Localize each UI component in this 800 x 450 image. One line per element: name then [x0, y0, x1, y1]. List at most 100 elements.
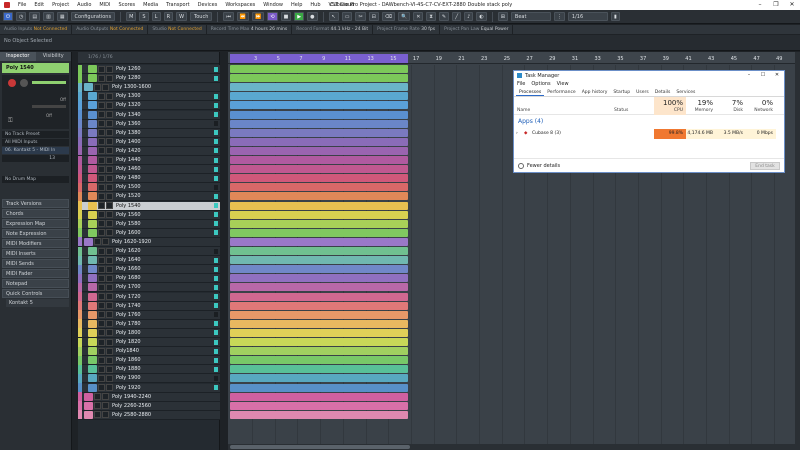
solo-icon[interactable] — [106, 111, 113, 118]
midi-part[interactable] — [230, 201, 408, 210]
solo-icon[interactable] — [106, 347, 113, 355]
track-number-icon[interactable] — [88, 137, 97, 146]
menu-vst-cloud[interactable]: VST Cloud — [325, 0, 359, 10]
solo-icon[interactable] — [102, 83, 109, 91]
section-quick-controls[interactable]: Quick Controls — [2, 289, 69, 298]
solo-icon[interactable] — [106, 147, 113, 155]
solo-icon[interactable] — [106, 165, 113, 173]
solo-icon[interactable] — [106, 192, 113, 200]
mute-icon[interactable] — [98, 329, 105, 337]
fewer-details-link[interactable]: Fewer details — [527, 163, 560, 169]
mute-icon[interactable] — [98, 111, 105, 118]
monitor-indicator-icon[interactable] — [214, 112, 218, 117]
solo-icon[interactable] — [106, 120, 113, 128]
automation-mode-dropdown[interactable]: Touch — [190, 12, 213, 21]
menu-midi[interactable]: MIDI — [95, 0, 114, 10]
menu-devices[interactable]: Devices — [194, 0, 222, 10]
tab-details[interactable]: Details — [652, 88, 674, 96]
midi-part[interactable] — [230, 83, 408, 92]
midi-part[interactable] — [230, 237, 408, 246]
monitor-indicator-icon[interactable] — [214, 266, 218, 272]
track-preset-field[interactable]: No Track Preset — [2, 131, 69, 138]
section-notepad[interactable]: Notepad — [2, 279, 69, 288]
mute-icon[interactable] — [94, 402, 101, 410]
section-midi-inserts[interactable]: MIDI Inserts — [2, 249, 69, 258]
track-number-icon[interactable] — [88, 101, 97, 110]
midi-part[interactable] — [230, 338, 408, 346]
horizontal-scrollbar[interactable] — [228, 444, 795, 450]
tab-services[interactable]: Services — [673, 88, 698, 96]
solo-icon[interactable] — [102, 238, 109, 246]
folder-icon[interactable] — [84, 410, 93, 419]
solo-button[interactable]: S — [139, 12, 149, 21]
time-warp-tool-icon[interactable]: ⧗ — [426, 12, 436, 21]
track-number-icon[interactable] — [88, 301, 97, 310]
tab-visibility[interactable]: Visibility — [35, 52, 71, 61]
color-swatch-icon[interactable]: ▮ — [610, 12, 620, 21]
midi-part[interactable] — [230, 410, 408, 419]
tm-menu-view[interactable]: View — [557, 80, 569, 88]
solo-icon[interactable] — [106, 138, 113, 146]
pan-slider[interactable] — [32, 105, 66, 108]
folder-track-row[interactable]: Poly 1620-1920 — [78, 237, 220, 247]
mute-icon[interactable] — [98, 338, 105, 346]
tab-startup[interactable]: Startup — [610, 88, 633, 96]
monitor-indicator-icon[interactable] — [214, 375, 218, 381]
tm-menu-file[interactable]: File — [517, 80, 525, 88]
track-number-icon[interactable] — [88, 119, 97, 128]
lock-icon[interactable]: ⚿ — [8, 117, 13, 125]
solo-icon[interactable] — [106, 338, 113, 346]
mute-icon[interactable] — [98, 293, 105, 300]
mute-icon[interactable] — [98, 65, 105, 73]
solo-icon[interactable] — [106, 274, 113, 282]
track-row[interactable]: Poly 1440 — [78, 155, 220, 165]
track-row[interactable]: Poly 1740 — [78, 301, 220, 311]
midi-part[interactable] — [230, 310, 408, 319]
midi-part[interactable] — [230, 365, 408, 374]
track-row[interactable]: Poly 1920 — [78, 383, 220, 393]
mute-icon[interactable] — [98, 211, 105, 219]
menu-file[interactable]: File — [14, 0, 30, 10]
process-row-cubase[interactable]: › ◆ Cubase 8 (3) 99.8% 4,174.6 MB 3.5 MB… — [514, 129, 784, 139]
draw-tool-icon[interactable]: ✎ — [438, 12, 450, 21]
track-row[interactable]: Poly 1340 — [78, 110, 220, 120]
mute-icon[interactable] — [98, 229, 105, 237]
mute-icon[interactable] — [98, 174, 105, 182]
monitor-indicator-icon[interactable] — [214, 357, 218, 363]
track-number-icon[interactable] — [88, 201, 97, 210]
col-name[interactable]: Name — [517, 97, 607, 115]
track-number-icon[interactable] — [88, 292, 97, 301]
section-midi-sends[interactable]: MIDI Sends — [2, 259, 69, 268]
track-row[interactable]: Poly 1520 — [78, 191, 220, 202]
midi-part[interactable] — [230, 274, 408, 283]
tab-performance[interactable]: Performance — [544, 88, 579, 96]
mute-icon[interactable] — [98, 183, 105, 191]
tab-users[interactable]: Users — [633, 88, 652, 96]
track-number-icon[interactable] — [88, 328, 97, 337]
midi-part[interactable] — [230, 92, 408, 101]
track-row[interactable]: Poly 1600 — [78, 228, 220, 238]
stop-icon[interactable]: ■ — [280, 12, 292, 21]
monitor-indicator-icon[interactable] — [214, 303, 218, 309]
grid-type-dropdown[interactable]: Beat — [510, 12, 551, 21]
track-row[interactable]: Poly 1380 — [78, 128, 220, 138]
solo-icon[interactable] — [106, 174, 113, 182]
minimize-icon[interactable]: – — [742, 71, 756, 80]
mute-icon[interactable] — [98, 192, 105, 200]
menu-audio[interactable]: Audio — [73, 0, 95, 10]
track-number-icon[interactable] — [88, 65, 97, 73]
midi-part[interactable] — [230, 256, 408, 265]
track-row[interactable]: Poly 1820 — [78, 337, 220, 347]
folder-track-row[interactable]: Poly 2260-2560 — [78, 401, 220, 411]
monitor-indicator-icon[interactable] — [214, 212, 218, 218]
configurations-dropdown[interactable]: Configurations — [70, 12, 116, 21]
track-number-icon[interactable] — [88, 165, 97, 174]
menu-window[interactable]: Window — [259, 0, 287, 10]
menu-hub[interactable]: Hub — [306, 0, 324, 10]
track-number-icon[interactable] — [88, 274, 97, 283]
track-number-icon[interactable] — [88, 219, 97, 228]
track-number-icon[interactable] — [88, 74, 97, 83]
mute-icon[interactable] — [98, 202, 105, 209]
monitor-indicator-icon[interactable] — [214, 275, 218, 281]
solo-icon[interactable] — [106, 229, 113, 237]
